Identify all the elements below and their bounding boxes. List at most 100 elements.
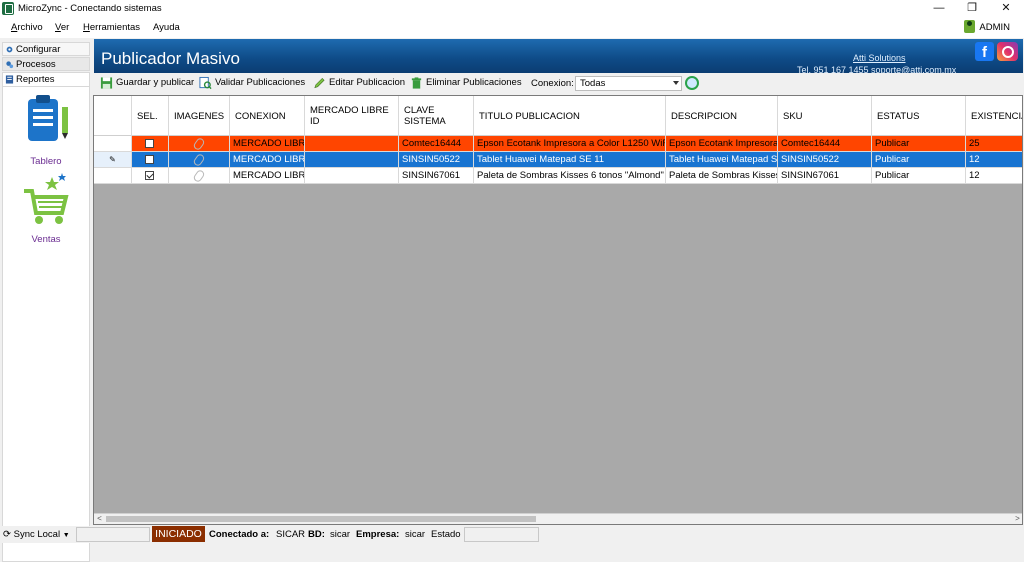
sidebar-item-tablero[interactable]: Tablero	[3, 93, 89, 167]
clipboard-icon	[28, 95, 68, 141]
sync-local-button[interactable]: ⟳ Sync Local ▼	[3, 529, 70, 541]
scrollbar-thumb[interactable]	[106, 516, 536, 522]
title-bar: MicroZync - Conectando sistemas — ❐ ✕	[0, 0, 1024, 18]
cell-clave: SINSIN67061	[399, 168, 474, 184]
refresh-icon[interactable]	[685, 76, 699, 90]
col-descripcion[interactable]: DESCRIPCION	[666, 96, 778, 136]
col-sel[interactable]: SEL.	[132, 96, 169, 136]
col-existencia[interactable]: EXISTENCIA	[966, 96, 1022, 136]
delete-button[interactable]: Eliminar Publicaciones	[410, 77, 522, 89]
horizontal-scrollbar[interactable]: < >	[94, 513, 1022, 524]
select-checkbox[interactable]	[132, 168, 169, 184]
cell-descripcion: Tablet Huawei Matepad SE 11	[666, 152, 778, 168]
cell-clave: Comtec16444	[399, 136, 474, 152]
table-row[interactable]: MERCADO LIBRE Comtec16444 Epson Ecotank …	[94, 136, 1022, 152]
cell-descripcion: Epson Ecotank Impresora a Color L1250 Wi…	[666, 136, 778, 152]
validate-button[interactable]: Validar Publicaciones	[199, 76, 306, 90]
estado-box	[464, 527, 539, 542]
cell-estatus: Publicar	[872, 168, 966, 184]
sync-status-box	[76, 527, 150, 542]
table-row[interactable]: MERCADO LIBRE SINSIN67061 Paleta de Somb…	[94, 168, 1022, 184]
cell-titulo: Paleta de Sombras Kisses 6 tonos "Almond…	[474, 168, 666, 184]
connected-value: SICAR	[276, 529, 306, 540]
table-row[interactable]: ✎ MERCADO LIBRE SINSIN50522 Tablet Huawe…	[94, 152, 1022, 168]
col-estatus[interactable]: ESTATUS	[872, 96, 966, 136]
row-header[interactable]	[94, 168, 132, 184]
validate-label: Validar Publicaciones	[215, 77, 306, 88]
menu-herramientas[interactable]: Herramientas	[83, 22, 140, 33]
empresa-value: sicar	[405, 529, 426, 540]
connected-label: Conectado a:	[209, 529, 270, 540]
bd-value: sicar	[330, 529, 351, 540]
save-publish-label: Guardar y publicar	[116, 77, 195, 88]
edit-button[interactable]: Editar Publicacion	[313, 77, 405, 89]
menu-archivo[interactable]: Archivo	[11, 22, 43, 33]
cell-estatus: Publicar	[872, 136, 966, 152]
select-checkbox[interactable]	[132, 136, 169, 152]
attachment-icon[interactable]	[169, 168, 230, 184]
pencil-icon	[314, 77, 325, 89]
shopping-cart-icon	[24, 173, 69, 224]
status-bar: ⟳ Sync Local ▼ INICIADO Conectado a: SIC…	[0, 526, 1024, 543]
sync-icon: ⟳	[3, 529, 11, 540]
col-mercado-libre-id[interactable]: MERCADO LIBRE ID	[305, 96, 399, 136]
tab-reportes[interactable]: Reportes	[2, 72, 90, 86]
minimize-button[interactable]: —	[922, 0, 956, 18]
menu-ver[interactable]: Ver	[55, 22, 69, 33]
app-icon	[2, 2, 14, 15]
chevron-down-icon	[673, 81, 679, 85]
menu-bar: Archivo Ver Herramientas Ayuda ADMIN	[0, 18, 1024, 38]
col-titulo-publicacion[interactable]: TITULO PUBLICACION	[474, 96, 666, 136]
save-publish-button[interactable]: Guardar y publicar	[100, 77, 194, 89]
process-icon	[6, 61, 14, 69]
cell-existencia: 12	[966, 152, 1022, 168]
scroll-left-icon[interactable]: <	[94, 514, 105, 524]
tab-configurar-label: Configurar	[16, 44, 61, 55]
close-button[interactable]: ✕	[989, 0, 1023, 18]
estado-label: Estado	[431, 529, 461, 540]
company-link[interactable]: Atti Solutions	[853, 53, 906, 63]
col-imagenes[interactable]: IMAGENES	[169, 96, 230, 136]
row-header[interactable]	[94, 136, 132, 152]
page-header: Publicador Masivo Atti Solutions Tel. 95…	[94, 39, 1023, 75]
cell-sku: SINSIN50522	[778, 152, 872, 168]
tab-procesos[interactable]: Procesos	[2, 57, 90, 71]
attachment-icon[interactable]	[169, 136, 230, 152]
tab-procesos-label: Procesos	[16, 59, 56, 70]
menu-ayuda[interactable]: Ayuda	[153, 22, 180, 33]
sidebar: Configurar Procesos Reportes Tablero Ven…	[0, 38, 90, 562]
row-header[interactable]: ✎	[94, 152, 132, 168]
tab-reportes-label: Reportes	[16, 74, 55, 85]
gear-icon	[6, 46, 13, 53]
user-icon	[964, 20, 976, 33]
scroll-right-icon[interactable]: >	[1012, 514, 1022, 524]
conexion-label: Conexion:	[531, 78, 574, 89]
col-sku[interactable]: SKU	[778, 96, 872, 136]
conexion-select[interactable]: Todas	[575, 76, 682, 91]
cell-existencia: 25	[966, 136, 1022, 152]
col-clave-sistema[interactable]: CLAVE SISTEMA	[399, 96, 474, 136]
facebook-icon[interactable]: f	[975, 42, 994, 61]
bd-label: BD:	[308, 529, 325, 540]
cell-ml-id	[305, 136, 399, 152]
sidebar-item-ventas[interactable]: Ventas	[3, 171, 89, 245]
instagram-icon[interactable]	[997, 42, 1018, 61]
user-menu[interactable]: ADMIN	[964, 20, 1010, 36]
select-checkbox[interactable]	[132, 152, 169, 168]
window-title: MicroZync - Conectando sistemas	[18, 3, 162, 14]
cell-existencia: 12	[966, 168, 1022, 184]
conexion-select-value: Todas	[580, 78, 606, 89]
cell-conexion: MERCADO LIBRE	[230, 136, 305, 152]
sync-local-label: Sync Local	[13, 529, 61, 540]
edit-label: Editar Publicacion	[329, 77, 406, 88]
empresa-label: Empresa:	[356, 529, 400, 540]
cell-conexion: MERCADO LIBRE	[230, 152, 305, 168]
cell-titulo: Tablet Huawei Matepad SE 11	[474, 152, 666, 168]
col-conexion[interactable]: CONEXION	[230, 96, 305, 136]
sidebar-item-tablero-label: Tablero	[30, 156, 62, 167]
cell-ml-id	[305, 168, 399, 184]
restore-button[interactable]: ❐	[955, 0, 989, 18]
attachment-icon[interactable]	[169, 152, 230, 168]
tab-configurar[interactable]: Configurar	[2, 42, 90, 56]
sidebar-item-ventas-label: Ventas	[31, 234, 61, 245]
